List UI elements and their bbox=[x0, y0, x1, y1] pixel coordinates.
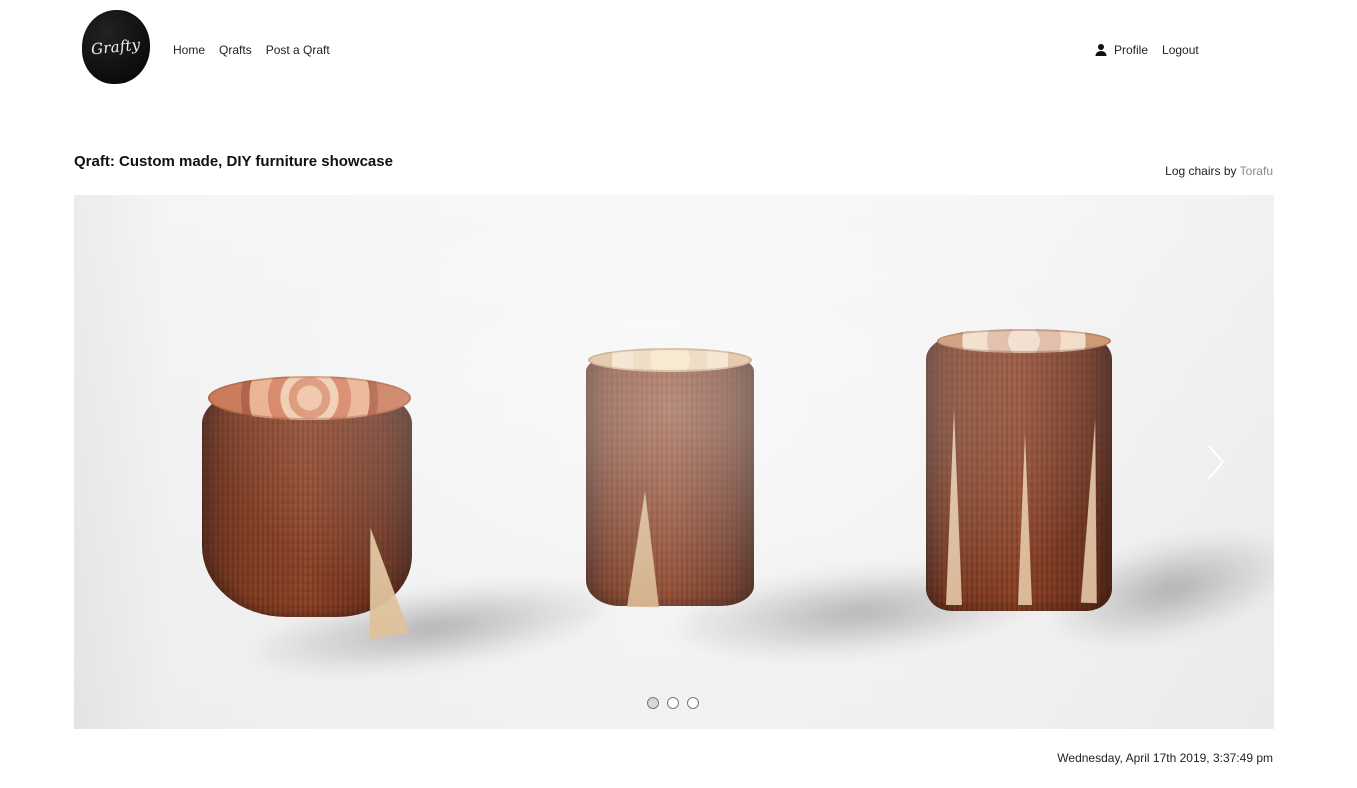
log-stool-top-right bbox=[937, 329, 1111, 353]
log-stool-top-left bbox=[208, 376, 411, 420]
account-nav: Profile Logout bbox=[1094, 42, 1199, 58]
image-credit: Log chairs by Torafu bbox=[1165, 164, 1273, 178]
primary-nav: Home Qrafts Post a Qraft bbox=[173, 42, 330, 58]
nav-post-qraft-link[interactable]: Post a Qraft bbox=[266, 42, 330, 58]
log-stool-cut-right bbox=[946, 409, 962, 605]
carousel-dot-1[interactable] bbox=[647, 697, 659, 709]
log-stool-image-center bbox=[586, 351, 754, 606]
log-stool-cut-right bbox=[1018, 433, 1032, 605]
furniture-carousel[interactable] bbox=[74, 195, 1274, 729]
chevron-right-icon[interactable] bbox=[1201, 442, 1231, 482]
log-stool-top-center bbox=[588, 348, 752, 372]
log-stool-cut-center bbox=[626, 490, 662, 608]
profile-label: Profile bbox=[1114, 43, 1149, 57]
nav-home-link[interactable]: Home bbox=[173, 42, 205, 58]
site-logo[interactable]: Grafty bbox=[82, 10, 150, 84]
nav-qrafts-link[interactable]: Qrafts bbox=[219, 42, 252, 58]
carousel-indicators bbox=[647, 697, 699, 709]
carousel-dot-2[interactable] bbox=[667, 697, 679, 709]
page-title: Qraft: Custom made, DIY furniture showca… bbox=[74, 153, 393, 171]
user-icon bbox=[1094, 43, 1108, 57]
credit-author-link[interactable]: Torafu bbox=[1240, 164, 1273, 178]
post-timestamp: Wednesday, April 17th 2019, 3:37:49 pm bbox=[1057, 751, 1273, 765]
profile-link[interactable]: Profile bbox=[1094, 42, 1148, 58]
carousel-dot-3[interactable] bbox=[687, 697, 699, 709]
top-navigation: Grafty Home Qrafts Post a Qraft Profile … bbox=[0, 0, 1357, 98]
page: Grafty Home Qrafts Post a Qraft Profile … bbox=[0, 0, 1357, 788]
credit-prefix: Log chairs by bbox=[1165, 164, 1237, 178]
logout-link[interactable]: Logout bbox=[1162, 42, 1199, 58]
logo-text: Grafty bbox=[90, 35, 142, 59]
